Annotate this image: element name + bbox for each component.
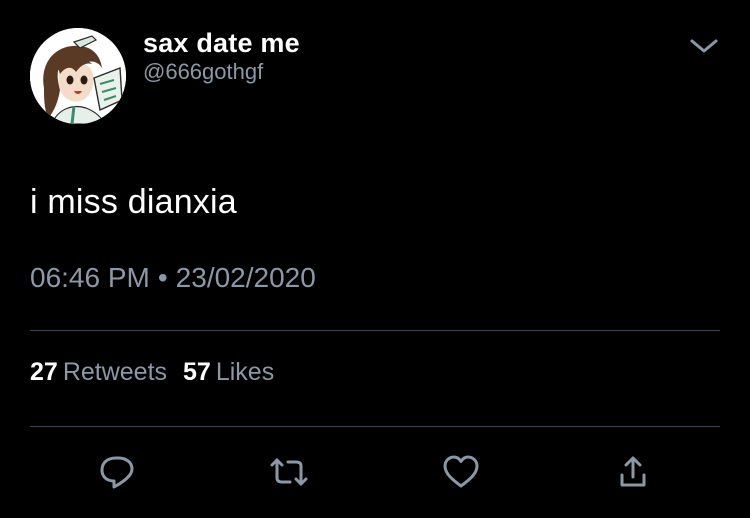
likes-count: 57 — [183, 358, 211, 386]
user-names: sax date me @666gothgf — [143, 26, 300, 86]
tweet-detail: sax date me @666gothgf i miss dianxia 06… — [0, 0, 750, 518]
display-name[interactable]: sax date me — [143, 26, 300, 60]
retweet-button[interactable] — [267, 450, 311, 494]
user-handle[interactable]: @666gothgf — [143, 58, 300, 86]
retweets-count: 27 — [30, 358, 58, 386]
avatar[interactable] — [30, 28, 126, 124]
reply-icon — [100, 456, 134, 489]
tweet-date: 23/02/2020 — [175, 262, 316, 293]
retweet-icon — [270, 458, 308, 486]
retweets-label: Retweets — [62, 358, 168, 386]
share-icon — [620, 456, 646, 487]
tweet-header: sax date me @666gothgf — [30, 26, 720, 126]
retweets-stat[interactable]: 27 Retweets — [30, 355, 167, 389]
share-button[interactable] — [611, 450, 655, 494]
divider — [30, 330, 720, 331]
tweet-stats: 27 Retweets 57 Likes — [30, 355, 274, 389]
like-button[interactable] — [439, 450, 483, 494]
meta-separator: • — [157, 262, 168, 293]
reply-button[interactable] — [96, 450, 140, 494]
tweet-timestamp[interactable]: 06:46 PM • 23/02/2020 — [30, 259, 316, 297]
tweet-menu-button[interactable] — [688, 34, 720, 58]
tweet-time: 06:46 PM — [30, 262, 150, 293]
tweet-text: i miss dianxia — [30, 183, 237, 221]
tweet-actions — [0, 450, 750, 494]
likes-stat[interactable]: 57 Likes — [183, 355, 274, 389]
avatar-illustration — [30, 28, 126, 124]
heart-icon — [443, 455, 479, 488]
divider — [30, 426, 720, 427]
chevron-down-icon — [690, 39, 718, 53]
likes-label: Likes — [215, 358, 275, 386]
